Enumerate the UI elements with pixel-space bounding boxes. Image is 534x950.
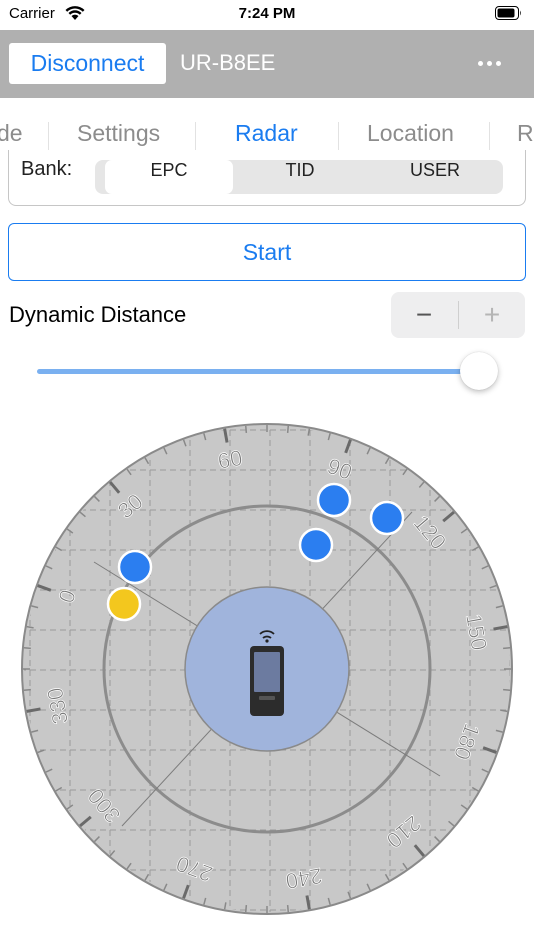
battery-icon xyxy=(495,6,521,20)
nav-bar: Disconnect UR-B8EE xyxy=(0,30,534,98)
more-icon[interactable] xyxy=(472,52,508,76)
clock: 7:24 PM xyxy=(238,5,296,22)
dial-tick xyxy=(286,425,290,433)
target-marker[interactable] xyxy=(316,482,352,518)
distance-slider-track[interactable] xyxy=(37,369,477,374)
stepper-minus-button[interactable]: − xyxy=(391,292,457,338)
dial-tick xyxy=(23,646,31,650)
disconnect-button[interactable]: Disconnect xyxy=(9,43,166,84)
bank-label: Bank: xyxy=(21,158,73,180)
start-button[interactable]: Start xyxy=(8,223,526,281)
degree-label: 60 xyxy=(216,445,244,474)
target-marker[interactable] xyxy=(117,549,153,585)
target-marker[interactable] xyxy=(369,500,405,536)
bank-option-epc[interactable]: EPC xyxy=(105,160,233,194)
dial-tick xyxy=(23,688,31,692)
dial-tick xyxy=(244,425,248,433)
dial-tick xyxy=(244,905,248,913)
bank-option-tid[interactable]: TID xyxy=(235,160,365,194)
bank-card: Bank: EPC TID USER xyxy=(8,150,526,206)
stepper-plus-button[interactable]: + xyxy=(459,292,525,338)
distance-stepper: − + xyxy=(391,292,525,338)
dial-tick xyxy=(503,688,511,692)
radar-view: 03060 90120150180210240270300330 xyxy=(21,423,513,915)
status-bar: Carrier 7:24 PM xyxy=(0,0,534,30)
bank-option-user[interactable]: USER xyxy=(367,160,503,194)
target-marker[interactable] xyxy=(298,527,334,563)
dial-tick xyxy=(503,646,511,650)
device-name: UR-B8EE xyxy=(180,50,276,75)
dial-tick xyxy=(286,905,290,913)
distance-slider-thumb[interactable] xyxy=(460,352,498,390)
dynamic-distance-label: Dynamic Distance xyxy=(9,302,187,327)
target-marker-highlighted[interactable] xyxy=(106,586,142,622)
bank-segmented-control: EPC TID USER xyxy=(95,160,503,194)
